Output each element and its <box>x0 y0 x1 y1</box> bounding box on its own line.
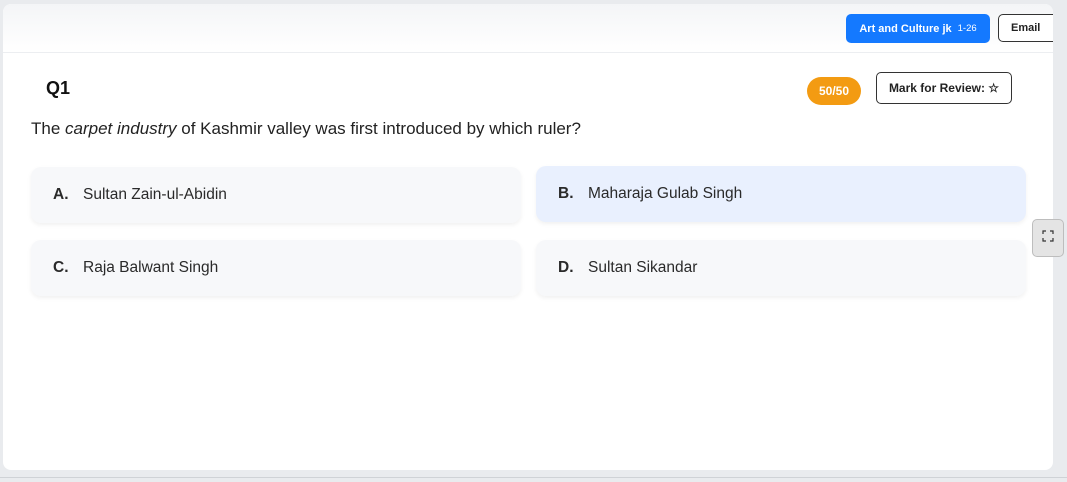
option-c[interactable]: C. Raja Balwant Singh <box>31 240 521 296</box>
topic-label: Art and Culture jk <box>859 22 952 35</box>
question-text-end: of Kashmir valley was first introduced b… <box>176 119 581 138</box>
option-a[interactable]: A. Sultan Zain-ul-Abidin <box>31 167 521 223</box>
option-letter: D. <box>558 259 574 276</box>
score-badge: 50/50 <box>807 77 861 105</box>
fullscreen-icon <box>1042 229 1054 247</box>
option-letter: C. <box>53 259 69 276</box>
option-letter: B. <box>558 185 574 202</box>
question-text: The carpet industry of Kashmir valley wa… <box>31 119 581 139</box>
email-button[interactable]: Email <box>998 14 1053 42</box>
option-text: Maharaja Gulab Singh <box>588 185 743 202</box>
topic-range: 1-26 <box>957 23 977 34</box>
option-letter: A. <box>53 186 69 203</box>
quiz-card: Art and Culture jk 1-26 Email Q1 50/50 M… <box>3 4 1053 470</box>
question-text-emphasis: carpet industry <box>65 119 177 138</box>
mark-for-review-button[interactable]: Mark for Review: ☆ <box>876 72 1012 104</box>
option-b[interactable]: B. Maharaja Gulab Singh <box>536 166 1026 222</box>
option-d[interactable]: D. Sultan Sikandar <box>536 240 1026 296</box>
option-text: Sultan Zain-ul-Abidin <box>83 186 227 203</box>
fullscreen-button[interactable] <box>1032 219 1064 257</box>
option-text: Raja Balwant Singh <box>83 259 219 276</box>
top-bar: Art and Culture jk 1-26 Email <box>3 4 1053 53</box>
question-number: Q1 <box>46 78 71 98</box>
option-text: Sultan Sikandar <box>588 259 698 276</box>
divider <box>0 477 1067 478</box>
question-text-start: The <box>31 119 66 138</box>
topic-button[interactable]: Art and Culture jk 1-26 <box>846 14 990 43</box>
